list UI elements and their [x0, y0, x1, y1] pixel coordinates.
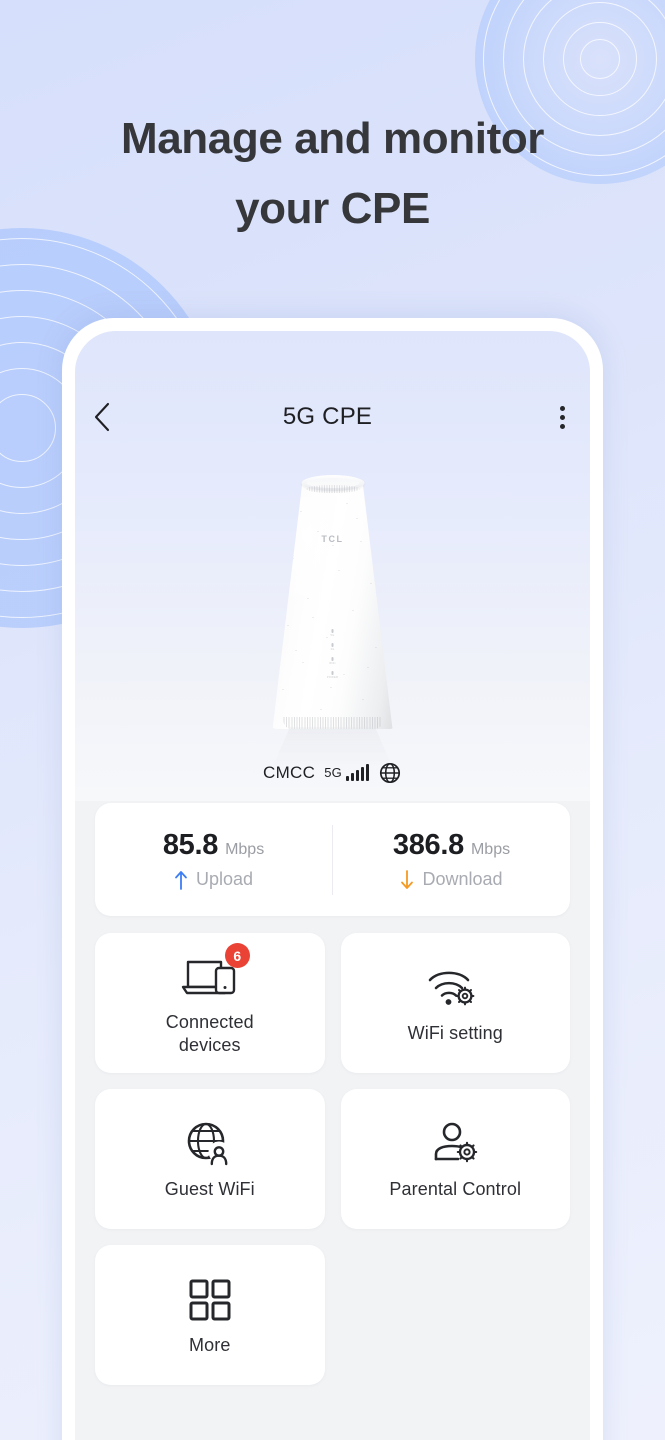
device-illustration: TCL 5G 4G WiFi POWER [75, 471, 590, 751]
tile-label: Connected devices [165, 1012, 254, 1055]
led-label: POWER [326, 676, 339, 679]
network-type-label: 5G [324, 765, 342, 780]
download-speed-unit: Mbps [470, 841, 511, 858]
more-vertical-icon-dot [559, 405, 565, 411]
download-speed-block: 386.8 Mbps Download [333, 829, 570, 890]
promo-page: Manage and monitor your CPE 5G CPE TCL 5… [0, 0, 665, 1440]
grid-four-icon [188, 1273, 232, 1327]
globe-person-icon [184, 1117, 236, 1171]
signal-strength-bars [345, 764, 369, 781]
upload-label: Upload [195, 869, 254, 889]
led-label: WiFi [329, 662, 336, 665]
upload-speed-unit: Mbps [225, 841, 265, 858]
page-title: 5G CPE [282, 403, 373, 430]
tile-label: Parental Control [389, 1179, 522, 1200]
carrier-name: CMCC [263, 763, 316, 782]
tile-label: More [189, 1335, 231, 1356]
tile-guest-wifi[interactable]: Guest WiFi [95, 1089, 325, 1229]
chevron-left-icon [92, 401, 112, 433]
upload-speed-value: 85.8 [162, 829, 219, 861]
download-speed-value-row: 386.8 Mbps [393, 829, 510, 862]
tile-wifi-setting[interactable]: WiFi setting [340, 933, 570, 1073]
headline-line-2: your CPE [235, 183, 430, 233]
download-label: Download [422, 869, 503, 889]
overflow-menu-button[interactable] [534, 391, 590, 443]
globe-icon [378, 761, 402, 785]
connection-status-row: CMCC 5G [75, 761, 590, 785]
router-body [272, 481, 393, 729]
tile-parental-control[interactable]: Parental Control [340, 1089, 570, 1229]
network-signal-group: 5G [324, 764, 369, 781]
wifi-gear-icon [426, 961, 484, 1015]
led-label: 4G [330, 648, 335, 651]
tile-label: Guest WiFi [164, 1179, 255, 1200]
headline-line-1: Manage and monitor [120, 114, 545, 163]
led-label: 5G [330, 634, 335, 637]
speed-summary-card: 85.8 Mbps Upload 386.8 Mbps Download [95, 803, 570, 916]
tile-connected-devices[interactable]: 6 Connected devices [95, 933, 325, 1073]
dashboard-content: 85.8 Mbps Upload 386.8 Mbps Download 6 C… [75, 803, 590, 1385]
upload-label-row: Upload [174, 869, 253, 890]
laptop-phone-icon: 6 [179, 943, 250, 1004]
arrow-up-icon [174, 870, 188, 890]
feature-tile-grid: 6 Connected devices WiFi setting Guest W… [95, 933, 570, 1385]
phone-screen: 5G CPE TCL 5G 4G WiFi POWER CMCC 5G 85.8… [75, 331, 590, 1440]
upload-speed-value-row: 85.8 Mbps [163, 829, 264, 862]
more-vertical-icon-dot [559, 423, 565, 429]
download-label-row: Download [400, 869, 503, 890]
app-header: 5G CPE [75, 391, 590, 443]
download-speed-value: 386.8 [392, 829, 464, 861]
router-top-vent [306, 485, 359, 493]
arrow-down-icon [400, 869, 414, 890]
upload-speed-block: 85.8 Mbps Upload [95, 829, 332, 890]
person-gear-icon [428, 1117, 482, 1171]
router-brand-label: TCL [321, 534, 344, 544]
more-vertical-icon-dot [559, 414, 565, 420]
router-led-indicators: 5G 4G WiFi POWER [316, 629, 350, 685]
promo-headline: Manage and monitor your CPE [0, 104, 665, 243]
connected-devices-badge: 6 [224, 943, 250, 968]
phone-mockup: 5G CPE TCL 5G 4G WiFi POWER CMCC 5G 85.8… [62, 318, 603, 1440]
cpe-router-image: TCL 5G 4G WiFi POWER [270, 471, 395, 733]
tile-label: WiFi setting [407, 1023, 503, 1044]
tile-more[interactable]: More [95, 1245, 325, 1385]
